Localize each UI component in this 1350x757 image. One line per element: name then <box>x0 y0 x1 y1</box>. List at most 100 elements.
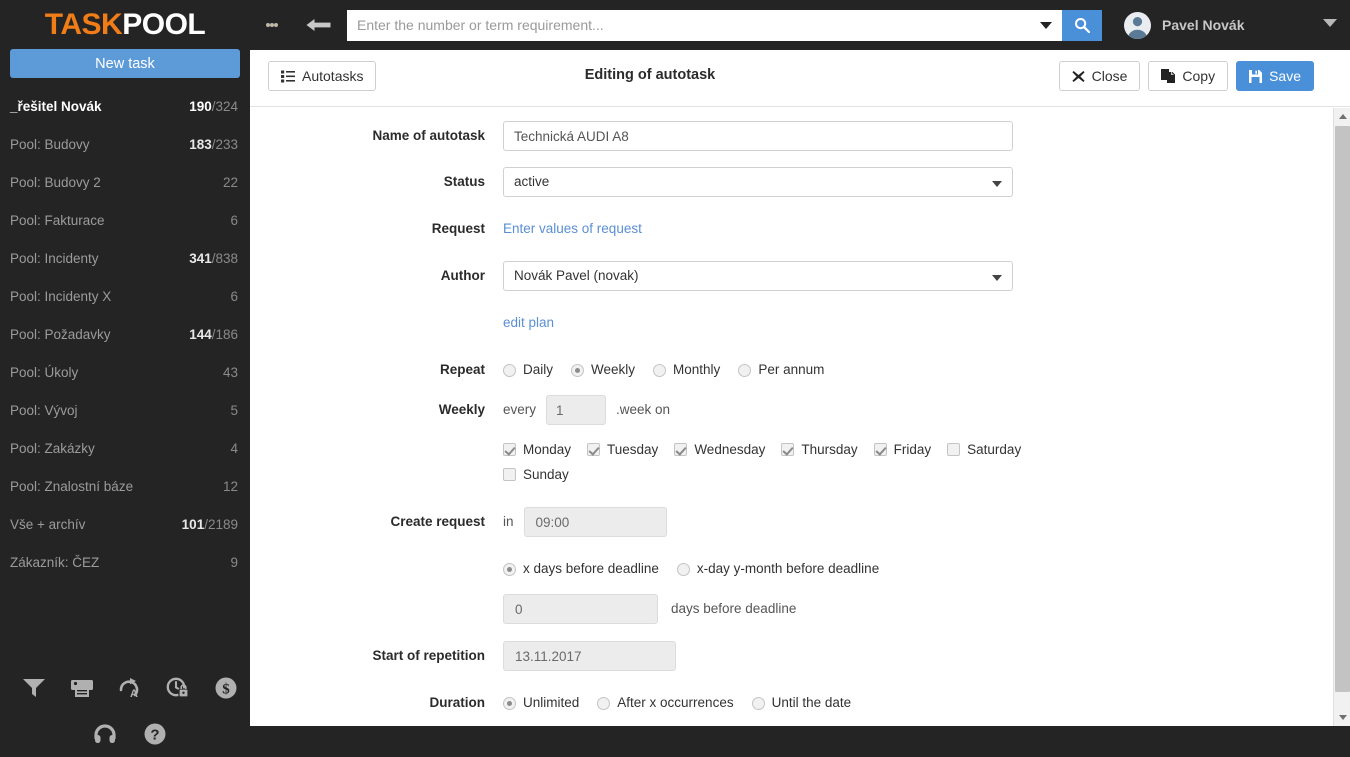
deadline-radio-label: x-day y-month before deadline <box>696 561 880 576</box>
sidebar-item-label: Pool: Budovy 2 <box>10 175 101 190</box>
name-of-autotask-label: Name of autotask <box>372 128 485 143</box>
headset-icon[interactable] <box>80 714 130 754</box>
filter-icon[interactable] <box>10 668 58 708</box>
help-icon[interactable]: ? <box>130 714 180 754</box>
sidebar-item[interactable]: Pool: Požadavky 144/186 <box>0 316 250 354</box>
logo-task-text: TASK <box>44 8 123 41</box>
content-scrollbar[interactable] <box>1333 108 1350 726</box>
editor-toolbar: Autotasks Editing of autotask Close Copy… <box>250 50 1350 107</box>
new-task-button[interactable]: New task <box>10 49 240 78</box>
days-before-deadline-input[interactable] <box>503 594 658 624</box>
checkbox-indicator <box>781 443 795 456</box>
duration-radio[interactable]: After x occurrences <box>597 688 734 718</box>
vertical-dots-icon[interactable] <box>250 0 294 50</box>
sidebar-item[interactable]: Pool: Zakázky 4 <box>0 430 250 468</box>
autotask-icon[interactable]: A <box>106 668 154 708</box>
repeat-radio[interactable]: Weekly <box>571 355 635 385</box>
sidebar-item-label: Pool: Zakázky <box>10 441 95 456</box>
duration-label: Duration <box>429 695 486 710</box>
weekday-checkbox-label: Thursday <box>801 442 858 457</box>
radio-indicator <box>751 696 765 710</box>
sidebar-item[interactable]: Pool: Fakturace 6 <box>0 202 250 240</box>
time-lock-icon[interactable] <box>154 668 202 708</box>
repeat-radio[interactable]: Monthly <box>653 355 720 385</box>
sidebar-item-count: 43 <box>222 365 238 380</box>
sidebar-item[interactable]: Pool: Incidenty 341/838 <box>0 240 250 278</box>
copy-button[interactable]: Copy <box>1148 61 1229 91</box>
sidebar-item[interactable]: Pool: Znalostní báze 12 <box>0 468 250 506</box>
edit-plan-link[interactable]: edit plan <box>503 315 554 330</box>
save-button[interactable]: Save <box>1236 61 1314 91</box>
form-row-name: Name of autotask <box>250 121 1350 151</box>
repeat-radio[interactable]: Per annum <box>738 355 824 385</box>
weekly-interval-input[interactable] <box>546 395 607 425</box>
repeat-radio[interactable]: Daily <box>503 355 553 385</box>
dollar-icon[interactable]: $ <box>202 668 250 708</box>
scrollbar-down-button[interactable] <box>1334 709 1350 726</box>
weekday-checkbox[interactable]: Monday <box>503 437 571 462</box>
sidebar-item-label: Vše + archív <box>10 517 86 532</box>
scrollbar-thumb[interactable] <box>1335 126 1350 692</box>
checkbox-indicator <box>873 443 887 456</box>
user-menu[interactable]: Pavel Novák <box>1124 11 1245 39</box>
sidebar-item[interactable]: Vše + archív 101/2189 <box>0 506 250 544</box>
form-row-start-repetition: Start of repetition <box>250 641 1350 671</box>
weekday-checkbox[interactable]: Friday <box>873 437 931 462</box>
start-of-repetition-label: Start of repetition <box>372 648 485 663</box>
deadline-radio[interactable]: x days before deadline <box>503 554 659 584</box>
sidebar-item[interactable]: Pool: Úkoly 43 <box>0 354 250 392</box>
scrollbar-up-button[interactable] <box>1334 108 1350 125</box>
sidebar-item-label: Zákazník: ČEZ <box>10 555 100 570</box>
form-row-duration: Duration Unlimited After x occurrences Unt… <box>250 688 1350 718</box>
author-select-value: Novák Pavel (novak) <box>514 268 639 283</box>
sidebar-item[interactable]: Pool: Incidenty X 6 <box>0 278 250 316</box>
status-select[interactable]: active <box>503 167 1013 197</box>
sidebar-item[interactable]: Pool: Budovy 2 22 <box>0 164 250 202</box>
sidebar-item-count: 183/233 <box>189 137 238 152</box>
duration-radio-label: Unlimited <box>523 695 580 710</box>
sidebar-item[interactable]: Pool: Vývoj 5 <box>0 392 250 430</box>
duration-radio[interactable]: Unlimited <box>503 688 579 718</box>
svg-text:A: A <box>130 688 138 700</box>
search-dropdown-icon[interactable] <box>1034 10 1058 41</box>
enter-values-of-request-link[interactable]: Enter values of request <box>503 221 642 236</box>
deadline-radio[interactable]: x-day y-month before deadline <box>676 554 880 584</box>
sidebar-item[interactable]: Zákazník: ČEZ 9 <box>0 544 250 582</box>
svg-text:?: ? <box>150 727 159 744</box>
sidebar-item-label: Pool: Incidenty <box>10 251 99 266</box>
weekday-checkbox[interactable]: Saturday <box>947 437 1021 462</box>
status-select-value: active <box>514 174 550 189</box>
user-menu-chevron-down-icon[interactable] <box>1323 19 1337 27</box>
sidebar-item[interactable]: _řešitel Novák 190/324 <box>0 88 250 126</box>
author-label: Author <box>440 268 485 283</box>
sidebar-item[interactable]: Pool: Budovy 183/233 <box>0 126 250 164</box>
user-avatar-icon <box>1124 11 1151 39</box>
weekday-checkbox-label: Monday <box>523 442 572 457</box>
weekly-label: Weekly <box>438 402 485 417</box>
weekday-checkbox[interactable]: Tuesday <box>587 437 658 462</box>
start-of-repetition-input[interactable] <box>503 641 676 671</box>
weekday-checkbox-group: Monday Tuesday Wednesday Thursday Friday Satu… <box>503 437 1043 487</box>
sidebar-item-count: 6 <box>230 213 238 228</box>
radio-indicator <box>597 696 611 710</box>
triangle-up-icon <box>1338 114 1347 119</box>
app-logo: TASKPOOL <box>0 0 250 41</box>
close-button[interactable]: Close <box>1058 61 1141 91</box>
name-of-autotask-input[interactable] <box>503 121 1013 151</box>
print-icon[interactable] <box>58 668 106 708</box>
arrow-left-icon[interactable] <box>294 0 344 50</box>
checkbox-indicator <box>503 443 516 456</box>
weekday-checkbox[interactable]: Wednesday <box>674 437 765 462</box>
search-input[interactable] <box>347 9 1062 41</box>
weekday-checkbox-label: Sunday <box>523 467 569 482</box>
sidebar-item-count: 6 <box>230 289 238 304</box>
weekday-checkbox[interactable]: Sunday <box>503 462 569 487</box>
sidebar-item-label: Pool: Fakturace <box>10 213 105 228</box>
weekday-checkbox-label: Wednesday <box>694 442 766 457</box>
author-select[interactable]: Novák Pavel (novak) <box>503 261 1013 291</box>
weekday-checkbox[interactable]: Thursday <box>781 437 858 462</box>
close-button-label: Close <box>1091 68 1128 84</box>
search-button[interactable] <box>1062 9 1102 41</box>
duration-radio[interactable]: Until the date <box>751 688 851 718</box>
create-request-time-input[interactable] <box>523 507 667 537</box>
